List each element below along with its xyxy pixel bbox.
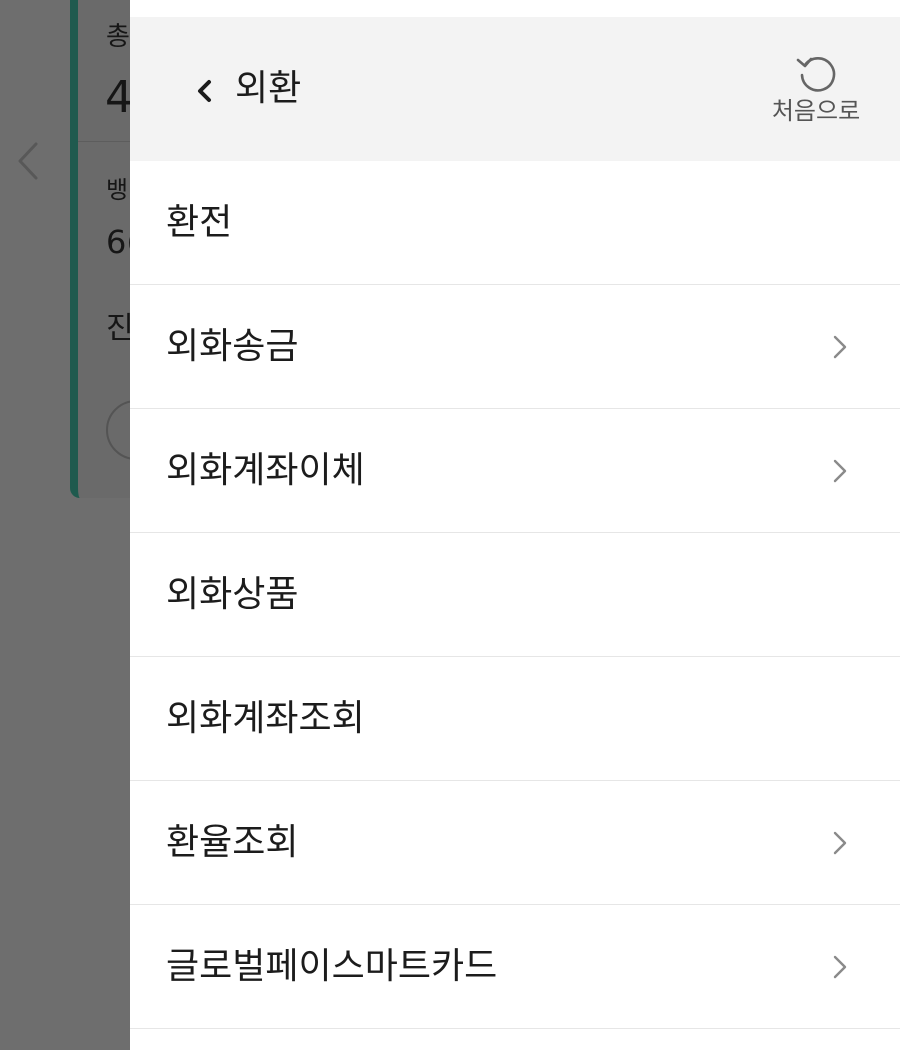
menu-item-label: 외화계좌이체 xyxy=(166,450,365,491)
side-menu-panel: 외환 처음으로 환전외화송금외화계좌이체외화상품외화계좌조회환율조회글로벌페이스… xyxy=(130,0,900,1050)
home-button[interactable]: 처음으로 xyxy=(760,51,872,131)
menu-item-remittance[interactable]: 외화송금 xyxy=(130,285,900,409)
chevron-right-icon xyxy=(833,335,847,359)
menu-item-label: 외화상품 xyxy=(166,574,299,615)
menu-item-label: 외화송금 xyxy=(166,326,299,367)
menu-title: 외환 xyxy=(235,68,302,109)
menu-item-products[interactable]: 외화상품 xyxy=(130,533,900,657)
menu-item-account-transfer[interactable]: 외화계좌이체 xyxy=(130,409,900,533)
menu-item-global-pay-smart-card[interactable]: 글로벌페이스마트카드 xyxy=(130,905,900,1029)
menu-item-label: 글로벌페이스마트카드 xyxy=(166,946,498,987)
menu-item-label: 환전 xyxy=(166,202,233,243)
chevron-right-icon xyxy=(833,955,847,979)
menu-item-label: 환율조회 xyxy=(166,822,299,863)
side-menu-header: 외환 처음으로 xyxy=(130,17,900,161)
menu-item-exchange[interactable]: 환전 xyxy=(130,161,900,285)
chevron-left-icon[interactable] xyxy=(194,77,214,105)
chevron-right-icon xyxy=(833,459,847,483)
card-label-total: 총 xyxy=(106,22,130,52)
card-amount: 4 xyxy=(105,72,133,123)
menu-item-label: 외화계좌조회 xyxy=(166,698,365,739)
menu-item-rate-inquiry[interactable]: 환율조회 xyxy=(130,781,900,905)
home-button-label: 처음으로 xyxy=(771,97,861,125)
menu-item-account-inquiry[interactable]: 외화계좌조회 xyxy=(130,657,900,781)
card-divider xyxy=(78,141,138,142)
card-label-bank: 뱅 xyxy=(106,176,129,204)
chevron-left-icon xyxy=(18,142,38,180)
refresh-icon xyxy=(796,57,836,92)
chevron-right-icon xyxy=(833,831,847,855)
menu-list: 환전외화송금외화계좌이체외화상품외화계좌조회환율조회글로벌페이스마트카드 xyxy=(130,161,900,1029)
